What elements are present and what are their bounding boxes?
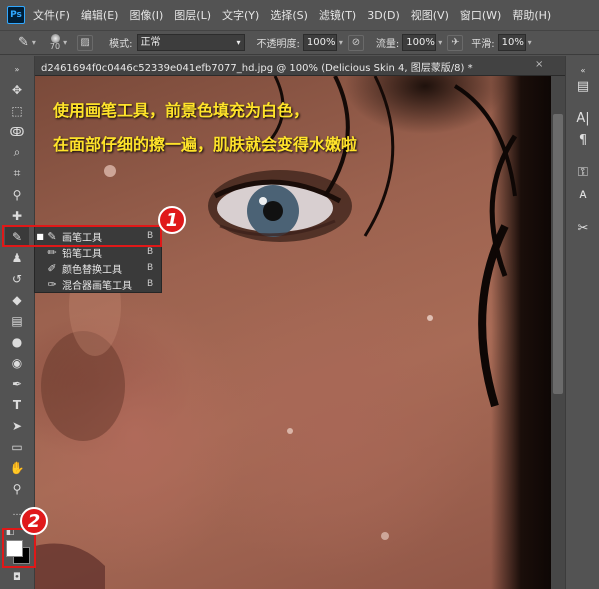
smooth-label: 平滑:: [471, 39, 495, 50]
smooth-field[interactable]: 10%: [497, 34, 526, 51]
menu-help[interactable]: 帮助(H): [512, 7, 551, 23]
brush-panel-icon: ▨: [80, 37, 90, 48]
mode-select[interactable]: 正常 ▾: [136, 34, 245, 51]
menu-select[interactable]: 选择(S): [270, 7, 308, 23]
airbrush-button[interactable]: ✈: [447, 34, 464, 51]
pen-tool-icon[interactable]: ✒: [5, 374, 29, 393]
water-droplet: [104, 165, 116, 177]
zoom-tool-icon[interactable]: ⚲: [5, 479, 29, 498]
opacity-field[interactable]: 100%: [302, 34, 337, 51]
eye-highlight: [259, 197, 267, 205]
history-brush-tool-icon[interactable]: ↺: [5, 269, 29, 288]
flyout-item-label: 混合器画笔工具: [62, 280, 132, 292]
flyout-item-color-replacement-tool[interactable]: ✐ 颜色替换工具 B: [35, 260, 161, 276]
menu-type[interactable]: 文字(Y): [222, 7, 259, 23]
menu-3d[interactable]: 3D(D): [367, 9, 400, 22]
marquee-tool-icon[interactable]: ⬚: [5, 101, 29, 120]
scrollbar-thumb[interactable]: [553, 114, 563, 394]
menu-bar: Ps 文件(F) 编辑(E) 图像(I) 图层(L) 文字(Y) 选择(S) 滤…: [0, 0, 599, 30]
photoshop-logo: Ps: [7, 6, 25, 24]
eyedropper-tool-icon[interactable]: ⚲: [5, 185, 29, 204]
hair-strand: [453, 84, 517, 197]
mode-value: 正常: [140, 37, 161, 48]
path-selection-tool-icon[interactable]: ➤: [5, 416, 29, 435]
menu-view[interactable]: 视图(V): [411, 7, 449, 23]
water-droplet: [381, 532, 389, 540]
history-panel-icon[interactable]: ▤: [573, 76, 593, 96]
flyout-item-shortcut: B: [147, 279, 154, 289]
airbrush-icon: ✈: [451, 37, 460, 48]
opacity-value: 100%: [306, 37, 336, 48]
flow-label: 流量:: [375, 39, 400, 50]
brush-preset-picker[interactable]: 70: [50, 34, 60, 51]
crop-tool-icon[interactable]: ⌗: [5, 164, 29, 183]
panel-collapse-icon[interactable]: »: [5, 60, 29, 79]
brush-panel-button[interactable]: ▨: [77, 34, 94, 51]
clone-stamp-tool-icon[interactable]: ♟: [5, 248, 29, 267]
step-badge-2: 2: [20, 507, 48, 535]
brush-size-value: 70: [49, 42, 61, 51]
opacity-label: 不透明度:: [256, 39, 300, 50]
rectangle-tool-icon[interactable]: ▭: [5, 437, 29, 456]
flyout-item-shortcut: B: [147, 247, 154, 257]
move-tool-icon[interactable]: ✥: [5, 80, 29, 99]
flyout-item-label: 颜色替换工具: [62, 264, 122, 276]
pressure-opacity-button[interactable]: ⊘: [347, 34, 364, 51]
healing-brush-tool-icon[interactable]: ✚: [5, 206, 29, 225]
lip-edge: [35, 543, 105, 589]
step-badge-1: 1: [158, 206, 186, 234]
properties-panel-icon[interactable]: ᴀ: [573, 184, 593, 204]
flow-field[interactable]: 100%: [402, 34, 437, 51]
flyout-item-mixer-brush-tool[interactable]: ✑ 混合器画笔工具 B: [35, 276, 161, 292]
mode-label: 模式:: [109, 39, 133, 50]
caption-line-2: 在面部仔细的擦一遍，肌肤就会变得水嫩啦: [53, 135, 358, 154]
highlight-box-brush-tool: [2, 225, 162, 247]
right-panel-dock: « ▤ A| ¶ ⚿ ᴀ ✂: [565, 56, 599, 589]
dropdown-caret-icon[interactable]: ▾: [63, 38, 67, 47]
chevron-down-icon: ▾: [236, 38, 241, 47]
hair-strand: [363, 76, 395, 237]
flow-caret-icon[interactable]: ▾: [438, 38, 442, 47]
dodge-tool-icon[interactable]: ◉: [5, 353, 29, 372]
menu-image[interactable]: 图像(I): [129, 7, 163, 23]
eye-pupil: [263, 201, 283, 221]
paragraph-panel-icon[interactable]: ¶: [573, 130, 593, 150]
document-tab[interactable]: d2461694f0c0446c52339e041efb7077_hd.jpg …: [35, 56, 565, 76]
tool-presets-icon[interactable]: ✂: [573, 218, 593, 238]
lasso-tool-icon[interactable]: ↂ: [5, 122, 29, 141]
menu-layer[interactable]: 图层(L): [174, 7, 211, 23]
pressure-icon: ⊘: [351, 37, 361, 48]
dropdown-caret-icon[interactable]: ▾: [32, 38, 36, 47]
smooth-caret-icon[interactable]: ▾: [528, 38, 532, 47]
color-replace-icon: ✐: [47, 261, 57, 275]
options-bar: ✎ ▾ 70 ▾ ▨ 模式: 正常 ▾ 不透明度: 100% ▾ ⊘ 流量: 1…: [0, 30, 599, 55]
menu-window[interactable]: 窗口(W): [460, 7, 501, 23]
pencil-icon: ✏: [47, 245, 57, 259]
blur-tool-icon[interactable]: ●: [5, 332, 29, 351]
opacity-caret-icon[interactable]: ▾: [339, 38, 343, 47]
brush-tool-icon[interactable]: ✎: [18, 35, 29, 50]
quick-selection-tool-icon[interactable]: ⌕: [5, 143, 29, 162]
flyout-item-shortcut: B: [147, 263, 154, 273]
menu-edit[interactable]: 编辑(E): [81, 7, 119, 23]
gradient-tool-icon[interactable]: ▤: [5, 311, 29, 330]
menu-filter[interactable]: 滤镜(T): [319, 7, 356, 23]
hand-tool-icon[interactable]: ✋: [5, 458, 29, 477]
water-droplet: [427, 315, 433, 321]
close-icon[interactable]: ×: [535, 59, 543, 70]
smooth-value: 10%: [501, 37, 524, 48]
hair-strand: [478, 224, 509, 408]
menu-file[interactable]: 文件(F): [33, 7, 70, 23]
eraser-tool-icon[interactable]: ◆: [5, 290, 29, 309]
type-tool-icon[interactable]: T: [5, 395, 29, 414]
character-panel-icon[interactable]: A|: [573, 108, 593, 128]
flow-value: 100%: [406, 37, 435, 48]
mixer-brush-icon: ✑: [47, 277, 57, 291]
quick-mask-icon[interactable]: ◘: [5, 568, 29, 587]
document-tab-title: d2461694f0c0446c52339e041efb7077_hd.jpg …: [41, 63, 473, 74]
vertical-scrollbar[interactable]: [551, 76, 565, 589]
caption-line-1: 使用画笔工具，前景色填充为白色，: [53, 101, 310, 120]
glyphs-panel-icon[interactable]: ⚿: [573, 162, 593, 182]
water-droplet: [287, 428, 293, 434]
